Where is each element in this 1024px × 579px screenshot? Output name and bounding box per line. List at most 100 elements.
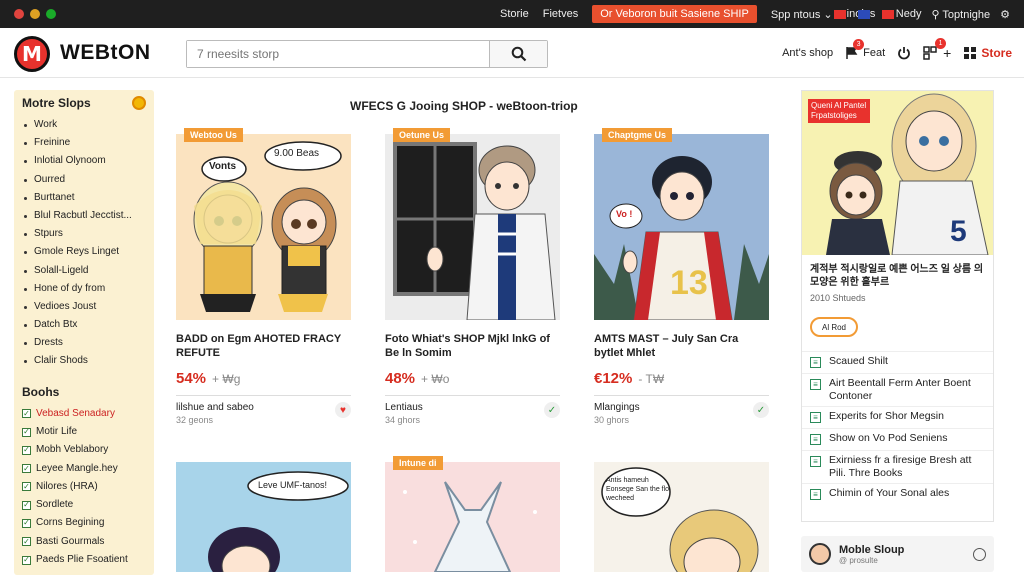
product-card[interactable]: Oetune Us Foto Whiat's SHOP Mjkl lnkG of…: [385, 128, 560, 425]
card-title[interactable]: Foto Whiat's SHOP Mjkl lnkG of Be ln Som…: [385, 332, 560, 362]
checkbox[interactable]: ✓: [22, 427, 31, 437]
book-filter-item[interactable]: ✓ Sordlete: [22, 496, 146, 514]
card-title[interactable]: AMTS MAST – July San Cra bytlet Mhlet: [594, 332, 769, 362]
book-filter-item[interactable]: ✓ Motir Life: [22, 423, 146, 441]
card-title[interactable]: BADD on Egm AHOTED FRACY REFUTE: [176, 332, 351, 362]
speech-bubble-text: Vonts: [209, 161, 237, 172]
product-card[interactable]: Webtoo Us 9.00 Beas Vonts BADD on Egm AH…: [176, 128, 351, 425]
related-link[interactable]: ≡ Exirniess fr a firesige Bresh att Pili.…: [802, 450, 993, 483]
top-link-features[interactable]: Fietves: [543, 8, 578, 20]
top-link-stories[interactable]: Storie: [500, 8, 529, 20]
cart-button[interactable]: 1 +: [923, 38, 951, 61]
category-item[interactable]: Work: [22, 116, 146, 134]
category-item[interactable]: Hone of dy from: [22, 280, 146, 298]
flag-icon[interactable]: [857, 9, 870, 19]
book-filter-item[interactable]: ✓ Leyee Mangle.hey: [22, 460, 146, 478]
check-icon[interactable]: ✓: [544, 402, 560, 418]
mobile-shop-widget[interactable]: Moble Sloup @ prosulte: [801, 536, 994, 572]
category-item[interactable]: Stpurs: [22, 225, 146, 243]
card-artwork[interactable]: Leve UMF-tanos!: [176, 462, 351, 572]
top-links: Storie Fietves Or Veboron buit Sasiene S…: [500, 0, 875, 28]
book-filter-item[interactable]: ✓ Basti Gourmals: [22, 533, 146, 551]
featured-artwork[interactable]: 5 Queni Al Pantel Frpatstoliges: [802, 91, 993, 255]
close-window-button[interactable]: [14, 9, 24, 19]
card-meta-sub: 30 ghors: [594, 415, 630, 425]
chevron-down-icon: ⌄: [823, 8, 833, 21]
settings-icon[interactable]: ⚙: [1000, 8, 1010, 21]
book-filter-item[interactable]: ✓ Corns Begining: [22, 514, 146, 532]
promo-banner[interactable]: Or Veboron buit Sasiene SHIP: [592, 5, 757, 23]
related-link[interactable]: ≡ Show on Vo Pod Seniens: [802, 428, 993, 450]
card-artwork[interactable]: Antis hameuh Eonsege San the flo wecheed: [594, 462, 769, 572]
category-item[interactable]: Burttanet: [22, 189, 146, 207]
divider: [385, 395, 560, 396]
list-icon: ≡: [810, 379, 821, 390]
product-card[interactable]: Intune di: [385, 456, 560, 572]
checkbox[interactable]: ✓: [22, 537, 31, 547]
related-link[interactable]: ≡ Airt Beentall Ferm Anter Boent Contoner: [802, 373, 993, 406]
speech-bubble-text: Vo !: [616, 209, 633, 219]
minimize-window-button[interactable]: [30, 9, 40, 19]
anime-illustration: [176, 134, 351, 320]
product-card[interactable]: Chaptgme Us 13 Vo ! AMTS MAST – July San…: [594, 128, 769, 425]
product-card[interactable]: Antis hameuh Eonsege San the flo wecheed: [594, 462, 769, 572]
featured-text[interactable]: 계적부 적시랑일로 예쁜 어느즈 일 상름 의 모양은 위한 흘부르: [802, 255, 993, 289]
flag-icon[interactable]: [833, 9, 846, 19]
search-input[interactable]: [187, 41, 489, 67]
checkbox[interactable]: ✓: [22, 518, 31, 529]
power-button[interactable]: [897, 46, 911, 60]
category-item[interactable]: Vedioes Joust: [22, 298, 146, 316]
category-item[interactable]: Blul Racbutl Jecctist...: [22, 207, 146, 225]
check-icon[interactable]: ✓: [753, 402, 769, 418]
heart-icon[interactable]: ♥: [335, 402, 351, 418]
category-item[interactable]: Ourred: [22, 171, 146, 189]
tag-pill[interactable]: Al Rod: [810, 317, 858, 337]
anime-illustration: 13: [594, 134, 769, 320]
related-link[interactable]: ≡ Experits for Shor Megsin: [802, 406, 993, 428]
category-item[interactable]: Inlotial Olynoom: [22, 152, 146, 170]
top-link-spp[interactable]: Spp ntous ⌄: [771, 8, 833, 21]
category-item[interactable]: Datch Btx: [22, 316, 146, 334]
card-artwork[interactable]: 13 Vo !: [594, 134, 769, 320]
checkbox[interactable]: ✓: [22, 464, 31, 474]
book-filter-item[interactable]: ✓ Mobh Veblabory: [22, 441, 146, 459]
related-link[interactable]: ≡ Chimin of Your Sonal ales: [802, 483, 993, 505]
checkbox[interactable]: ✓: [22, 445, 31, 455]
card-artwork[interactable]: 9.00 Beas Vonts: [176, 134, 351, 320]
category-item[interactable]: Freinine: [22, 134, 146, 152]
store-button[interactable]: Store: [963, 46, 1012, 60]
book-filter-item[interactable]: ✓ Nilores (HRA): [22, 478, 146, 496]
product-card[interactable]: Leve UMF-tanos!: [176, 462, 351, 572]
promo-tag[interactable]: Queni Al Pantel Frpatstoliges: [808, 99, 870, 123]
category-item[interactable]: Clalir Shods: [22, 352, 146, 370]
related-link[interactable]: ≡ Scaued Shilt: [802, 351, 993, 373]
category-item[interactable]: Solall-Ligeld: [22, 262, 146, 280]
list-icon: ≡: [810, 357, 821, 368]
nedy-link[interactable]: Nedy: [881, 8, 921, 20]
radio-button[interactable]: [973, 547, 986, 561]
book-filter-item[interactable]: ✓ Vebasd Senadary: [22, 405, 146, 423]
checkbox[interactable]: ✓: [22, 482, 31, 492]
checkbox[interactable]: ✓: [22, 409, 31, 419]
divider: [176, 395, 351, 396]
card-meta: Lentiaus 34 ghors ✓: [385, 402, 560, 425]
card-meta-label: Lentiaus: [385, 402, 423, 413]
speech-bubble-text: 9.00 Beas: [274, 148, 320, 159]
checkbox[interactable]: ✓: [22, 555, 31, 565]
search-button[interactable]: [489, 41, 547, 67]
card-artwork[interactable]: [385, 134, 560, 320]
category-item[interactable]: Gmole Reys Linget: [22, 243, 146, 261]
card-artwork[interactable]: [385, 462, 560, 572]
category-item[interactable]: Drests: [22, 334, 146, 352]
maximize-window-button[interactable]: [46, 9, 56, 19]
book-filter-item[interactable]: ✓ Paeds Plie Fsoatient: [22, 551, 146, 569]
card-meta-sub: 34 ghors: [385, 415, 421, 425]
checkbox[interactable]: ✓: [22, 500, 31, 510]
card-tag: Chaptgme Us: [602, 128, 673, 142]
toptnighe-link[interactable]: ⚲ Toptnighe: [931, 8, 990, 21]
window-controls: [14, 9, 56, 19]
logo-icon[interactable]: M: [14, 36, 50, 72]
feat-button[interactable]: 3 Feat: [845, 39, 885, 60]
shop-link[interactable]: Ant's shop: [782, 47, 833, 59]
logo-text[interactable]: WEBtON: [60, 41, 151, 65]
